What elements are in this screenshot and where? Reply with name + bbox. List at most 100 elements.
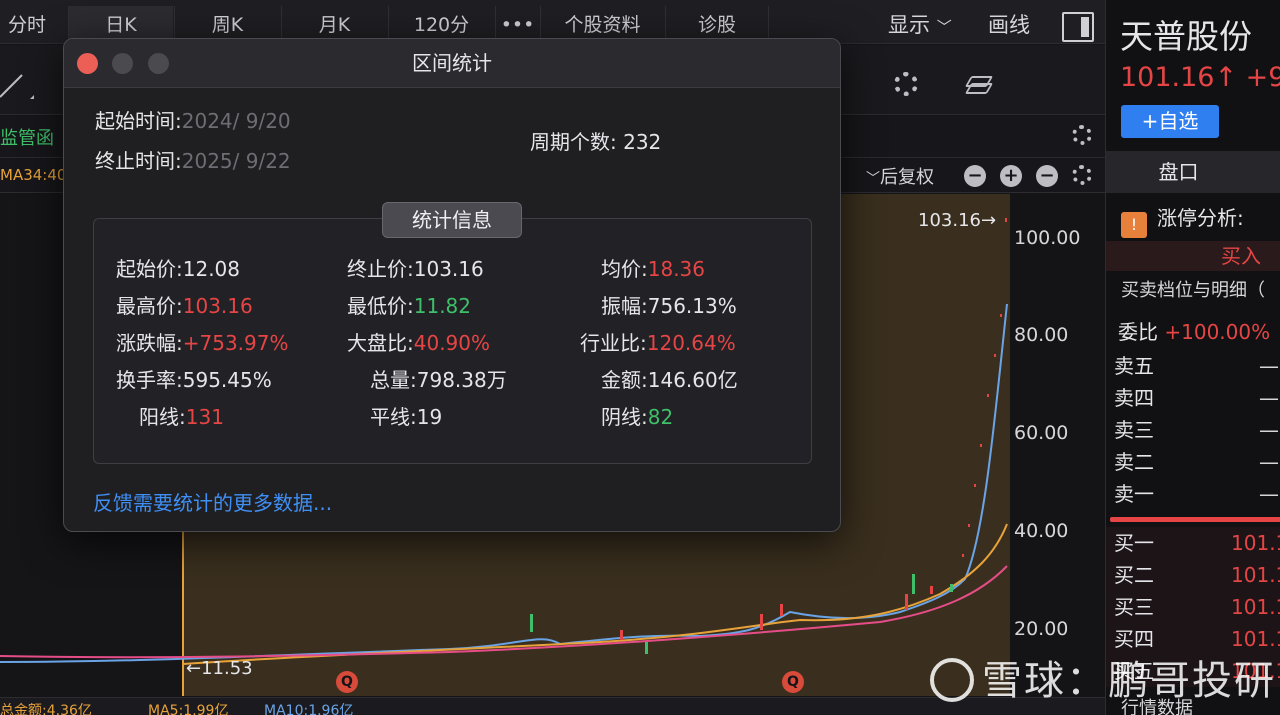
limit-up-analysis[interactable]: ! 涨停分析: <box>1121 202 1244 238</box>
ma-orange-line <box>182 523 1008 665</box>
bid-row: 买三 101.14 <box>1106 591 1280 623</box>
chevron-down-icon: ﹀ <box>866 171 880 187</box>
stat-key: 大盘比: <box>347 331 414 355</box>
display-menu[interactable]: 显示 ﹀ <box>888 8 952 42</box>
zoom-plus-icon[interactable]: + <box>1000 165 1022 187</box>
quote-panel: 天普股份 101.16↑ +9. +自选 盘口 ! 涨停分析: 买入 买卖档位与明… <box>1105 0 1280 715</box>
feedback-link[interactable]: 反馈需要统计的更多数据... <box>93 487 332 516</box>
end-time-value[interactable]: 2025/ 9/22 <box>182 149 291 173</box>
bid-label: 买一 <box>1114 531 1154 555</box>
stat-key: 最低价: <box>347 294 414 318</box>
y-tick: 40.00 <box>1014 520 1069 542</box>
event-badge[interactable]: Q <box>336 671 358 693</box>
ask-row: 卖一 — <box>1106 478 1280 510</box>
stat-value: 131 <box>185 405 224 429</box>
stat-value: 40.90% <box>413 331 491 355</box>
panel-toggle-icon[interactable] <box>1062 12 1094 42</box>
stat-key: 振幅: <box>601 294 648 318</box>
stat-high-price: 最高价:103.16 <box>116 290 253 319</box>
stat-key: 总量: <box>370 368 417 392</box>
adjust-menu[interactable]: ﹀后复权 <box>866 163 934 189</box>
stat-value: 103.16 <box>413 257 484 281</box>
stock-name: 天普股份 <box>1120 17 1252 56</box>
stat-key: 终止价: <box>347 257 414 281</box>
stat-key: 换手率: <box>116 368 183 392</box>
regulatory-letter-label[interactable]: 监管函 <box>0 124 54 150</box>
collapse-icon[interactable]: − <box>1036 165 1058 187</box>
watermark-text: 雪球：鹏哥投研 <box>982 658 1276 704</box>
stat-value: 120.64% <box>646 331 736 355</box>
zoom-minus-icon[interactable]: − <box>964 165 986 187</box>
stat-down-candles: 阴线:82 <box>601 401 673 430</box>
ma10-amount-label: MA10:1.96亿 <box>264 703 354 715</box>
stat-value: +753.97% <box>182 331 289 355</box>
stat-value: 798.38万 <box>416 368 507 392</box>
stock-price: 101.16↑ +9. <box>1120 62 1280 93</box>
stat-value: 82 <box>647 405 674 429</box>
ask-row: 卖二 — <box>1106 446 1280 478</box>
ma5-amount-label: MA5:1.99亿 <box>148 703 229 715</box>
order-ratio-label: 委比 <box>1118 320 1158 344</box>
stat-turnover: 换手率:595.45% <box>116 364 272 393</box>
period-count-value: 232 <box>623 130 662 154</box>
watermark: 雪球：鹏哥投研 <box>930 648 1276 706</box>
order-ratio-value: +100.00% <box>1164 320 1271 344</box>
ma34-label: MA34:40 <box>0 166 67 184</box>
stat-key: 涨跌幅: <box>116 331 183 355</box>
add-watchlist-button[interactable]: +自选 <box>1121 105 1219 138</box>
stat-amount: 金额:146.60亿 <box>601 364 738 393</box>
total-amount-label: 总金额:4.36亿 <box>0 703 92 715</box>
start-time-value[interactable]: 2024/ 9/20 <box>182 109 291 133</box>
analysis-icon: ! <box>1121 212 1147 238</box>
tab-intraday[interactable]: 分时 <box>0 6 68 44</box>
event-badge[interactable]: Q <box>782 671 804 693</box>
stat-value: 18.36 <box>647 257 706 281</box>
stat-key: 金额: <box>601 368 648 392</box>
ask-row: 卖五 — <box>1106 350 1280 382</box>
stat-value: 103.16 <box>182 294 253 318</box>
stat-flat-candles: 平线:19 <box>370 401 442 430</box>
line-tool-icon[interactable] <box>0 55 40 115</box>
low-price-tag: ←11.53 <box>186 658 253 679</box>
ask-row: 卖三 — <box>1106 414 1280 446</box>
adjust-label: 后复权 <box>880 167 934 188</box>
y-tick: 80.00 <box>1014 324 1069 346</box>
stat-value: 12.08 <box>182 257 241 281</box>
tab-order-book[interactable]: 盘口 <box>1106 151 1280 193</box>
stat-change-pct: 涨跌幅:+753.97% <box>116 327 289 356</box>
gear-icon[interactable] <box>1072 165 1092 185</box>
stat-key: 阳线: <box>139 405 186 429</box>
stat-key: 最高价: <box>116 294 183 318</box>
stat-key: 平线: <box>370 405 417 429</box>
ask-label: 卖二 <box>1114 450 1154 474</box>
stat-value: 11.82 <box>413 294 472 318</box>
bid-label: 买二 <box>1114 563 1154 587</box>
ask-row: 卖四 — <box>1106 382 1280 414</box>
stat-key: 均价: <box>601 257 648 281</box>
y-tick: 100.00 <box>1014 227 1081 249</box>
ask-label: 卖一 <box>1114 482 1154 506</box>
order-ratio: 委比 +100.00% <box>1118 316 1270 345</box>
bid-price: 101.16 <box>1231 531 1280 555</box>
layers-icon[interactable] <box>964 74 994 98</box>
stat-key: 起始价: <box>116 257 183 281</box>
display-label: 显示 <box>888 13 930 37</box>
stat-end-price: 终止价:103.16 <box>347 253 484 282</box>
start-time: 起始时间:2024/ 9/20 <box>95 105 291 134</box>
stat-value: 146.60亿 <box>647 368 738 392</box>
end-time: 终止时间:2025/ 9/22 <box>95 145 291 174</box>
end-time-label: 终止时间: <box>95 149 182 173</box>
gear-icon[interactable] <box>1072 125 1092 145</box>
start-time-label: 起始时间: <box>95 109 182 133</box>
stats-group-title: 统计信息 <box>382 202 522 238</box>
bid-price: 101.15 <box>1231 563 1280 587</box>
gear-icon[interactable] <box>894 72 918 96</box>
draw-line-button[interactable]: 画线 <box>988 8 1030 42</box>
stat-low-price: 最低价:11.82 <box>347 290 471 319</box>
ask-label: 卖三 <box>1114 418 1154 442</box>
stat-total-volume: 总量:798.38万 <box>370 364 507 393</box>
y-tick: 60.00 <box>1014 422 1069 444</box>
buy-tab[interactable]: 买入 <box>1106 241 1280 271</box>
bid-price: 101.14 <box>1231 595 1280 619</box>
order-detail-label: 买卖档位与明细（ <box>1121 280 1265 301</box>
